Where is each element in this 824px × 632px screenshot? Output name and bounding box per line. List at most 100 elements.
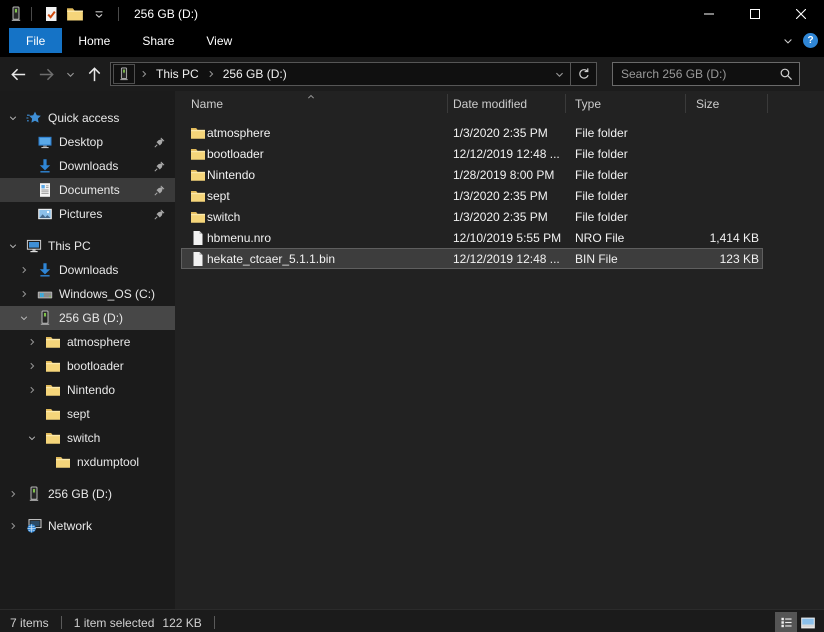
sidebar-item-documents[interactable]: Documents (0, 178, 175, 202)
breadcrumb-chevron-icon[interactable] (139, 69, 149, 79)
column-header-name[interactable]: Name (191, 97, 223, 111)
sidebar-item-nintendo[interactable]: Nintendo (0, 378, 175, 402)
up-button[interactable] (80, 60, 108, 88)
column-divider[interactable] (685, 94, 686, 113)
file-date-modified: 12/10/2019 5:55 PM (453, 231, 575, 245)
check-document-icon[interactable] (42, 5, 60, 23)
file-type: NRO File (575, 231, 685, 245)
search-icon[interactable] (779, 67, 793, 81)
minimize-button[interactable] (686, 0, 732, 28)
breadcrumb-this-pc[interactable]: This PC (149, 63, 206, 85)
column-header-date-modified[interactable]: Date modified (453, 97, 527, 111)
table-row-nintendo[interactable]: Nintendo 1/28/2019 8:00 PM File folder (181, 164, 763, 185)
file-size: 1,414 KB (685, 231, 761, 245)
chevron-down-icon[interactable] (8, 113, 18, 123)
maximize-button[interactable] (732, 0, 778, 28)
file-date-modified: 12/12/2019 12:48 ... (453, 147, 575, 161)
column-header-size[interactable]: Size (696, 97, 719, 111)
refresh-icon[interactable] (570, 63, 596, 85)
window-controls (686, 0, 824, 28)
close-button[interactable] (778, 0, 824, 28)
column-divider[interactable] (565, 94, 566, 113)
sidebar-item-pictures[interactable]: Pictures (0, 202, 175, 226)
pin-icon[interactable] (153, 184, 166, 197)
thumbnail-view-icon[interactable] (797, 612, 819, 632)
chevron-right-icon[interactable] (19, 265, 29, 275)
sidebar-item-label: switch (67, 431, 100, 445)
sidebar-item-downloads[interactable]: Downloads (0, 258, 175, 282)
sidebar-item-network[interactable]: Network (0, 514, 175, 538)
tab-home[interactable]: Home (62, 28, 126, 53)
tab-view[interactable]: View (190, 28, 248, 53)
qat-dropdown-icon[interactable] (90, 5, 108, 23)
sidebar-item-downloads[interactable]: Downloads (0, 154, 175, 178)
sidebar-item-label: Desktop (59, 135, 103, 149)
sidebar-item-sept[interactable]: sept (0, 402, 175, 426)
address-bar[interactable]: This PC 256 GB (D:) (110, 62, 597, 86)
download-icon (37, 158, 53, 174)
file-date-modified: 1/3/2020 2:35 PM (453, 189, 575, 203)
sidebar-item-this-pc[interactable]: This PC (0, 234, 175, 258)
pin-icon[interactable] (153, 160, 166, 173)
file-list-pane: Name Date modified Type Size atmosphere … (175, 91, 824, 609)
chevron-right-icon[interactable] (27, 385, 37, 395)
details-view-icon[interactable] (775, 612, 797, 632)
chevron-placeholder (37, 457, 47, 467)
sidebar-item-switch[interactable]: switch (0, 426, 175, 450)
chevron-down-icon[interactable] (27, 433, 37, 443)
sidebar-item-256-gb-d[interactable]: 256 GB (D:) (0, 482, 175, 506)
sidebar-item-bootloader[interactable]: bootloader (0, 354, 175, 378)
sidebar-item-desktop[interactable]: Desktop (0, 130, 175, 154)
file-type: File folder (575, 126, 685, 140)
search-box (612, 62, 800, 86)
navigation-toolbar: This PC 256 GB (D:) (0, 57, 824, 91)
sidebar-item-quick-access[interactable]: Quick access (0, 106, 175, 130)
table-row-bootloader[interactable]: bootloader 12/12/2019 12:48 ... File fol… (181, 143, 763, 164)
address-dropdown-chevron-icon[interactable] (548, 63, 570, 85)
column-divider[interactable] (767, 94, 768, 113)
chevron-down-icon[interactable] (19, 313, 29, 323)
file-size: 123 KB (685, 252, 761, 266)
table-row-sept[interactable]: sept 1/3/2020 2:35 PM File folder (181, 185, 763, 206)
title-bar: 256 GB (D:) (0, 0, 824, 28)
location-icon-box[interactable] (113, 64, 135, 84)
expand-ribbon-chevron-icon[interactable] (781, 34, 795, 48)
breadcrumb-current-drive[interactable]: 256 GB (D:) (216, 63, 294, 85)
chevron-right-icon[interactable] (27, 337, 37, 347)
sidebar-item-atmosphere[interactable]: atmosphere (0, 330, 175, 354)
forward-button[interactable] (32, 60, 60, 88)
file-type: File folder (575, 168, 685, 182)
table-row-hbmenu-nro[interactable]: hbmenu.nro 12/10/2019 5:55 PM NRO File 1… (181, 227, 763, 248)
sidebar-item-label: Nintendo (67, 383, 115, 397)
table-row-switch[interactable]: switch 1/3/2020 2:35 PM File folder (181, 206, 763, 227)
sidebar-item-label: Downloads (59, 159, 118, 173)
file-icon (190, 230, 206, 246)
pin-icon[interactable] (153, 208, 166, 221)
column-header-type[interactable]: Type (575, 97, 601, 111)
sidebar-item-nxdumptool[interactable]: nxdumptool (0, 450, 175, 474)
sidebar-item-label: Network (48, 519, 92, 533)
tab-share[interactable]: Share (126, 28, 190, 53)
sidebar-item-256-gb-d[interactable]: 256 GB (D:) (0, 306, 175, 330)
column-divider[interactable] (447, 94, 448, 113)
table-row-atmosphere[interactable]: atmosphere 1/3/2020 2:35 PM File folder (181, 122, 763, 143)
table-row-hekate-ctcaer-5-1-1-bin[interactable]: hekate_ctcaer_5.1.1.bin 12/12/2019 12:48… (181, 248, 763, 269)
chevron-right-icon[interactable] (27, 361, 37, 371)
download-icon (37, 262, 53, 278)
tab-file[interactable]: File (9, 28, 62, 53)
back-button[interactable] (4, 60, 32, 88)
search-input[interactable] (612, 62, 800, 86)
recent-locations-chevron-icon[interactable] (60, 60, 80, 88)
titlebar-divider (118, 7, 119, 21)
file-type: File folder (575, 189, 685, 203)
chevron-right-icon[interactable] (8, 521, 18, 531)
folder-icon[interactable] (66, 5, 84, 23)
folder-icon (45, 430, 61, 446)
chevron-down-icon[interactable] (8, 241, 18, 251)
pin-icon[interactable] (153, 136, 166, 149)
help-icon[interactable]: ? (803, 33, 818, 48)
breadcrumb-chevron-icon[interactable] (206, 69, 216, 79)
sidebar-item-windows-os-c[interactable]: Windows_OS (C:) (0, 282, 175, 306)
chevron-right-icon[interactable] (8, 489, 18, 499)
chevron-right-icon[interactable] (19, 289, 29, 299)
